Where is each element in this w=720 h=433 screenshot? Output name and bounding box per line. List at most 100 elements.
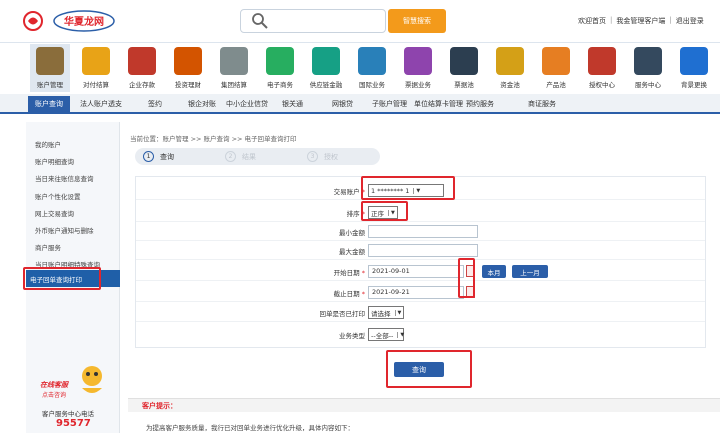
nav-item[interactable]: 集团结算 [214, 44, 254, 92]
nav-item[interactable]: 服务中心 [628, 44, 668, 92]
nav-item[interactable]: 背景更换 [674, 44, 714, 92]
subnav-item[interactable]: 网银贷 [332, 99, 353, 109]
nav-item[interactable]: 对付结算 [76, 44, 116, 92]
subnav-item[interactable]: 银关通 [282, 99, 303, 109]
tip-title: 客户提示： [142, 402, 177, 410]
hotline-label: 客户服务中心电话 [42, 410, 94, 418]
tip-bar [128, 398, 720, 412]
nav-icon [220, 47, 248, 75]
chevron-down-icon: ▼ [397, 331, 404, 338]
nav-icon [542, 47, 570, 75]
min-amount-input[interactable] [368, 225, 478, 238]
step-indicator: 1 查询 2 结果 3 授权 [135, 148, 380, 165]
top-links: 欢迎首页 | 我金管理客户端 | 退出登录 [578, 16, 704, 26]
query-button[interactable]: 查询 [394, 362, 444, 377]
nav-icon [404, 47, 432, 75]
nav-icon [128, 47, 156, 75]
nav-item[interactable]: 授权中心 [582, 44, 622, 92]
nav-icon [358, 47, 386, 75]
this-month-button[interactable]: 本月 [482, 265, 506, 278]
chevron-down-icon: ▼ [394, 309, 401, 316]
subnav-item[interactable]: 预约服务 [466, 99, 494, 109]
row-end: 截止日期 * 2021-09-21 [136, 283, 705, 302]
nav-item[interactable]: 供应链金融 [306, 44, 346, 92]
last-month-button[interactable]: 上一月 [512, 265, 548, 278]
nav-item[interactable]: 票据池 [444, 44, 484, 92]
search-icon [252, 13, 268, 29]
nav-item-label: 授权中心 [589, 81, 615, 89]
nav-item[interactable]: 产品池 [536, 44, 576, 92]
subnav-item[interactable]: 商证服务 [528, 99, 556, 109]
nav-item[interactable]: 资金池 [490, 44, 530, 92]
nav-icon [266, 47, 294, 75]
row-start: 开始日期 * 2021-09-01 本月 上一月 [136, 262, 705, 281]
nav-icon [588, 47, 616, 75]
end-date-input[interactable]: 2021-09-21 [368, 286, 464, 299]
nav-item-label: 国际业务 [359, 81, 385, 89]
customer-service[interactable]: 在线客服 点击咨询 客户服务中心电话 95577 [26, 360, 120, 433]
highlight-box [361, 176, 455, 200]
link-welcome[interactable]: 欢迎首页 [578, 16, 606, 26]
sidebar-item[interactable]: 当日来往账信息查询 [35, 173, 94, 183]
nav-icon [634, 47, 662, 75]
nav-item-label: 票据池 [454, 81, 474, 89]
nav-icon [36, 47, 64, 75]
nav-item-label: 产品池 [546, 81, 566, 89]
nav-item-label: 企业存款 [129, 81, 155, 89]
nav-icon [450, 47, 478, 75]
step-auth: 3 授权 [307, 151, 338, 162]
sidebar-item[interactable]: 账户个性化设置 [35, 191, 81, 201]
tip-text: 为提高客户服务质量，我行已对回单业务进行优化升级，具体内容如下： [146, 424, 354, 432]
max-amount-input[interactable] [368, 244, 478, 257]
logo-text: 华夏龙网 [64, 17, 104, 28]
row-min: 最小金额 [136, 222, 705, 241]
search-button[interactable]: 智慧搜索 [388, 9, 446, 33]
printed-select[interactable]: 请选择 ▼ [368, 306, 404, 319]
sidebar-item[interactable]: 我的账户 [35, 139, 61, 149]
nav-item-label: 票据业务 [405, 81, 431, 89]
subnav-item[interactable]: 单位结算卡管理 [414, 99, 463, 109]
subnav-item[interactable]: 子账户管理 [372, 99, 407, 109]
subnav-item[interactable]: 银企对账 [188, 99, 216, 109]
nav-item[interactable]: 企业存款 [122, 44, 162, 92]
sidebar-item[interactable]: 商户服务 [35, 242, 61, 252]
nav-icon [174, 47, 202, 75]
nav-item-label: 对付结算 [83, 81, 109, 89]
highlight-box [361, 201, 408, 221]
subnav-item[interactable]: 中小企业信贷 [226, 99, 268, 109]
nav-icon [496, 47, 524, 75]
nav-item[interactable]: 票据业务 [398, 44, 438, 92]
mascot-icon [82, 366, 102, 393]
hotline-number: 95577 [56, 418, 91, 429]
sidebar-item[interactable]: 网上交易查询 [35, 208, 74, 218]
subnav-item[interactable]: 签约 [148, 99, 162, 109]
row-printed: 回单是否已打印 请选择 ▼ [136, 303, 705, 322]
link-logout[interactable]: 退出登录 [676, 16, 704, 26]
nav-icon [312, 47, 340, 75]
sidebar-item[interactable]: 外币账户通知与删除 [35, 225, 94, 235]
nav-item-label: 背景更换 [681, 81, 707, 89]
nav-item-label: 集团结算 [221, 81, 247, 89]
nav-item[interactable]: 电子商务 [260, 44, 300, 92]
breadcrumb: 当前位置：账户管理 >> 账户查询 >> 电子回单查询打印 [130, 135, 297, 143]
service-label: 在线客服 [40, 381, 68, 389]
step-query: 1 查询 [143, 151, 174, 162]
nav-item-label: 服务中心 [635, 81, 661, 89]
nav-item[interactable]: 投资理财 [168, 44, 208, 92]
subnav-active-account-query[interactable]: 账户查询 [28, 96, 70, 112]
row-sort: 排序 * 正序 ▼ [136, 203, 705, 222]
nav-icon [82, 47, 110, 75]
subnav-item[interactable]: 法人账户透支 [80, 99, 122, 109]
start-date-input[interactable]: 2021-09-01 [368, 265, 464, 278]
sidebar-item[interactable]: 账户明细查询 [35, 156, 74, 166]
step-result: 2 结果 [225, 151, 256, 162]
link-client[interactable]: 我金管理客户端 [616, 16, 665, 26]
biz-type-select[interactable]: --全部-- ▼ [368, 328, 404, 341]
nav-icon [680, 47, 708, 75]
search-input[interactable] [240, 9, 386, 33]
query-form: 交易账户 * 1 ******** 1 ▼ 排序 * 正序 ▼ 最小金额 最大金额 … [135, 176, 706, 348]
nav-item-label: 账户管理 [37, 81, 63, 89]
row-biz: 业务类型 --全部-- ▼ [136, 325, 705, 344]
nav-item[interactable]: 账户管理 [30, 44, 70, 92]
nav-item[interactable]: 国际业务 [352, 44, 392, 92]
